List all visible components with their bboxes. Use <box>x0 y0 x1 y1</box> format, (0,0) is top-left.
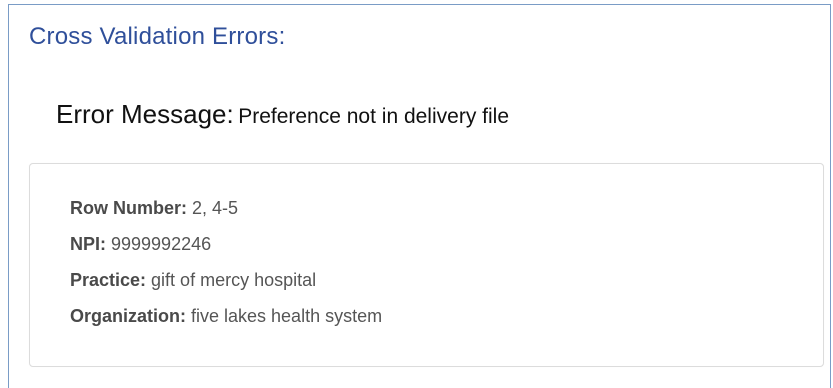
row-number-label: Row Number: <box>70 198 187 218</box>
detail-npi: NPI: 9999992246 <box>70 234 211 255</box>
cross-validation-errors-panel: Cross Validation Errors: Error Message: … <box>8 4 831 388</box>
section-title: Cross Validation Errors: <box>29 23 286 50</box>
detail-row-number: Row Number: 2, 4-5 <box>70 198 238 219</box>
detail-organization: Organization: five lakes health system <box>70 306 382 327</box>
detail-practice: Practice: gift of mercy hospital <box>70 270 316 291</box>
row-number-value: 2, 4-5 <box>187 198 239 218</box>
npi-value: 9999992246 <box>106 234 212 254</box>
organization-label: Organization: <box>70 306 186 326</box>
error-message-line: Error Message: Preference not in deliver… <box>56 99 509 130</box>
error-message-text: Preference not in delivery file <box>238 105 509 128</box>
error-message-label: Error Message: <box>56 99 234 129</box>
npi-label: NPI: <box>70 234 106 254</box>
practice-value: gift of mercy hospital <box>146 270 317 290</box>
organization-value: five lakes health system <box>186 306 383 326</box>
error-details-box: Row Number: 2, 4-5 NPI: 9999992246 Pract… <box>29 163 824 367</box>
practice-label: Practice: <box>70 270 147 290</box>
